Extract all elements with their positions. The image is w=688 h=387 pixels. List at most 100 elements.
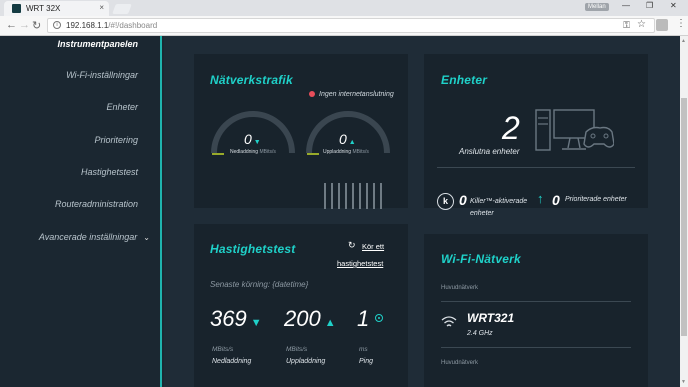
traffic-bar [366,183,368,209]
status-text: Ingen internetanslutning [319,91,394,98]
download-arrow-icon: ▼ [253,139,261,146]
download-speed-label: Nedladdning [212,358,252,365]
sidebar-item-advanced[interactable]: Avancerade inställningar ⌄ [39,232,150,242]
new-tab-button[interactable] [112,4,132,14]
restore-icon[interactable]: ❐ [646,1,653,10]
card-title: Hastighetstest [210,242,296,256]
browser-tab[interactable]: WRT 32X × [4,1,109,16]
traffic-bar [373,183,375,209]
dashboard-main: Nätverkstrafik Ingen internetanslutning … [164,36,680,387]
divider [437,167,635,168]
sidebar-item-wifi-settings[interactable]: Wi-Fi-inställningar [66,70,138,80]
speedtest-card: Hastighetstest ↻ Kör ett hastighetstest … [194,224,408,387]
connected-count: 2 [502,110,520,146]
upload-gauge-value: 0 ▲ [339,131,356,147]
card-title: Wi-Fi-Nätverk [441,252,521,266]
upload-label: Uppladdning [323,149,352,155]
main-network-label-2: Huvudnätverk [441,360,479,366]
profile-icon[interactable] [656,19,668,31]
download-gauge-value: 0 ▼ [244,131,261,147]
router-favicon-icon [12,4,21,13]
minimize-icon[interactable]: — [622,1,630,10]
download-gauge-label: Nedladdning MBits/s [230,149,276,155]
scroll-thumb[interactable] [681,98,687,336]
wifi-icon [441,316,457,327]
divider [441,347,631,348]
upload-arrow-icon: ▲ [348,139,356,146]
sidebar-item-label: Avancerade inställningar [38,232,138,242]
divider [441,301,631,302]
url-path: /#!/dashboard [108,21,158,30]
chevron-down-icon: ⌄ [143,233,150,242]
browser-toolbar: ← → ↻ i 192.168.1.1/#!/dashboard ⚿ ☆ ⋮ [0,16,688,36]
download-speed: 369 ▼ [210,306,262,332]
download-unit: MBits/s [259,149,276,155]
tab-close-icon[interactable]: × [99,3,104,12]
killer-count: 0 [459,192,467,208]
killer-label-line1: Killer™-aktiverade [470,198,528,205]
profile-badge[interactable]: Mellan [585,3,609,11]
run-speedtest-link-line2[interactable]: hastighetstest [337,259,383,268]
network-name[interactable]: WRT321 [467,311,514,325]
sidebar: Instrumentpanelen Wi-Fi-inställningar En… [0,36,162,387]
info-icon[interactable]: i [53,21,61,29]
key-icon[interactable]: ⚿ [623,20,630,31]
traffic-bar [352,183,354,209]
killer-logo-icon: k [437,193,454,210]
sidebar-item-prioritization[interactable]: Prioritering [94,135,138,145]
sidebar-item-dashboard[interactable]: Instrumentpanelen [57,39,138,49]
connected-label: Anslutna enheter [459,147,520,156]
upload-speed-value: 200 [284,306,321,331]
network-traffic-card: Nätverkstrafik Ingen internetanslutning … [194,54,408,209]
upload-value: 0 [339,131,347,147]
killer-label: Killer™-aktiverade [470,198,527,205]
window-close-icon[interactable]: ✕ [670,1,677,10]
ping-icon [375,314,384,322]
router-app: Instrumentpanelen Wi-Fi-inställningar En… [0,36,680,387]
sidebar-item-speedtest[interactable]: Hastighetstest [81,167,138,177]
tab-title: WRT 32X [26,4,61,13]
card-title: Enheter [441,73,488,87]
priority-arrow-icon: ↑ [537,191,544,206]
upload-arrow-icon: ▲ [324,317,336,329]
download-value: 0 [244,131,252,147]
scroll-up-icon[interactable]: ▲ [681,38,686,44]
devices-card[interactable]: Enheter 2 Anslutna enheter k 0 Killer™-a… [424,54,648,217]
download-speed-value: 369 [210,306,247,331]
traffic-bar [345,183,347,209]
wifi-network-card: Wi-Fi-Nätverk Huvudnätverk WRT321 2.4 GH… [424,234,648,387]
sidebar-item-router-admin[interactable]: Routeradministration [55,199,138,209]
forward-icon[interactable]: → [19,19,30,31]
scroll-down-icon[interactable]: ▼ [681,379,686,385]
refresh-icon[interactable]: ↻ [348,240,356,251]
ping-label: Ping [359,358,374,365]
computer-gamepad-icon [535,109,614,151]
traffic-bar [331,183,333,209]
ping-unit: ms [359,346,368,353]
page-scrollbar[interactable]: ▲ ▼ [680,36,688,387]
download-speed-unit: MBits/s [212,346,234,353]
priority-count: 0 [552,192,560,208]
download-label: Nedladdning [230,149,259,155]
main-network-label: Huvudnätverk [441,285,479,291]
address-bar[interactable]: i 192.168.1.1/#!/dashboard ⚿ ☆ [47,18,655,33]
upload-speed: 200 ▲ [284,306,336,332]
back-icon[interactable]: ← [6,19,17,31]
connection-status: Ingen internetanslutning [309,91,394,98]
reload-icon[interactable]: ↻ [32,19,41,32]
run-speedtest-link[interactable]: Kör ett [362,242,384,251]
card-title: Nätverkstrafik [210,73,293,87]
browser-tabbar: WRT 32X × Mellan — ❐ ✕ [0,0,688,16]
killer-label-line2: enheter [470,210,494,217]
traffic-bar [359,183,361,209]
bookmark-star-icon[interactable]: ☆ [637,19,646,30]
traffic-bar [324,183,326,209]
browser-menu-icon[interactable]: ⋮ [676,18,686,29]
network-band: 2.4 GHz [467,330,493,337]
traffic-bar [338,183,340,209]
sidebar-item-devices[interactable]: Enheter [106,102,138,112]
traffic-bar [380,183,382,209]
upload-speed-unit: MBits/s [286,346,308,353]
upload-speed-label: Uppladdning [286,358,326,365]
traffic-history-bars [324,183,384,209]
